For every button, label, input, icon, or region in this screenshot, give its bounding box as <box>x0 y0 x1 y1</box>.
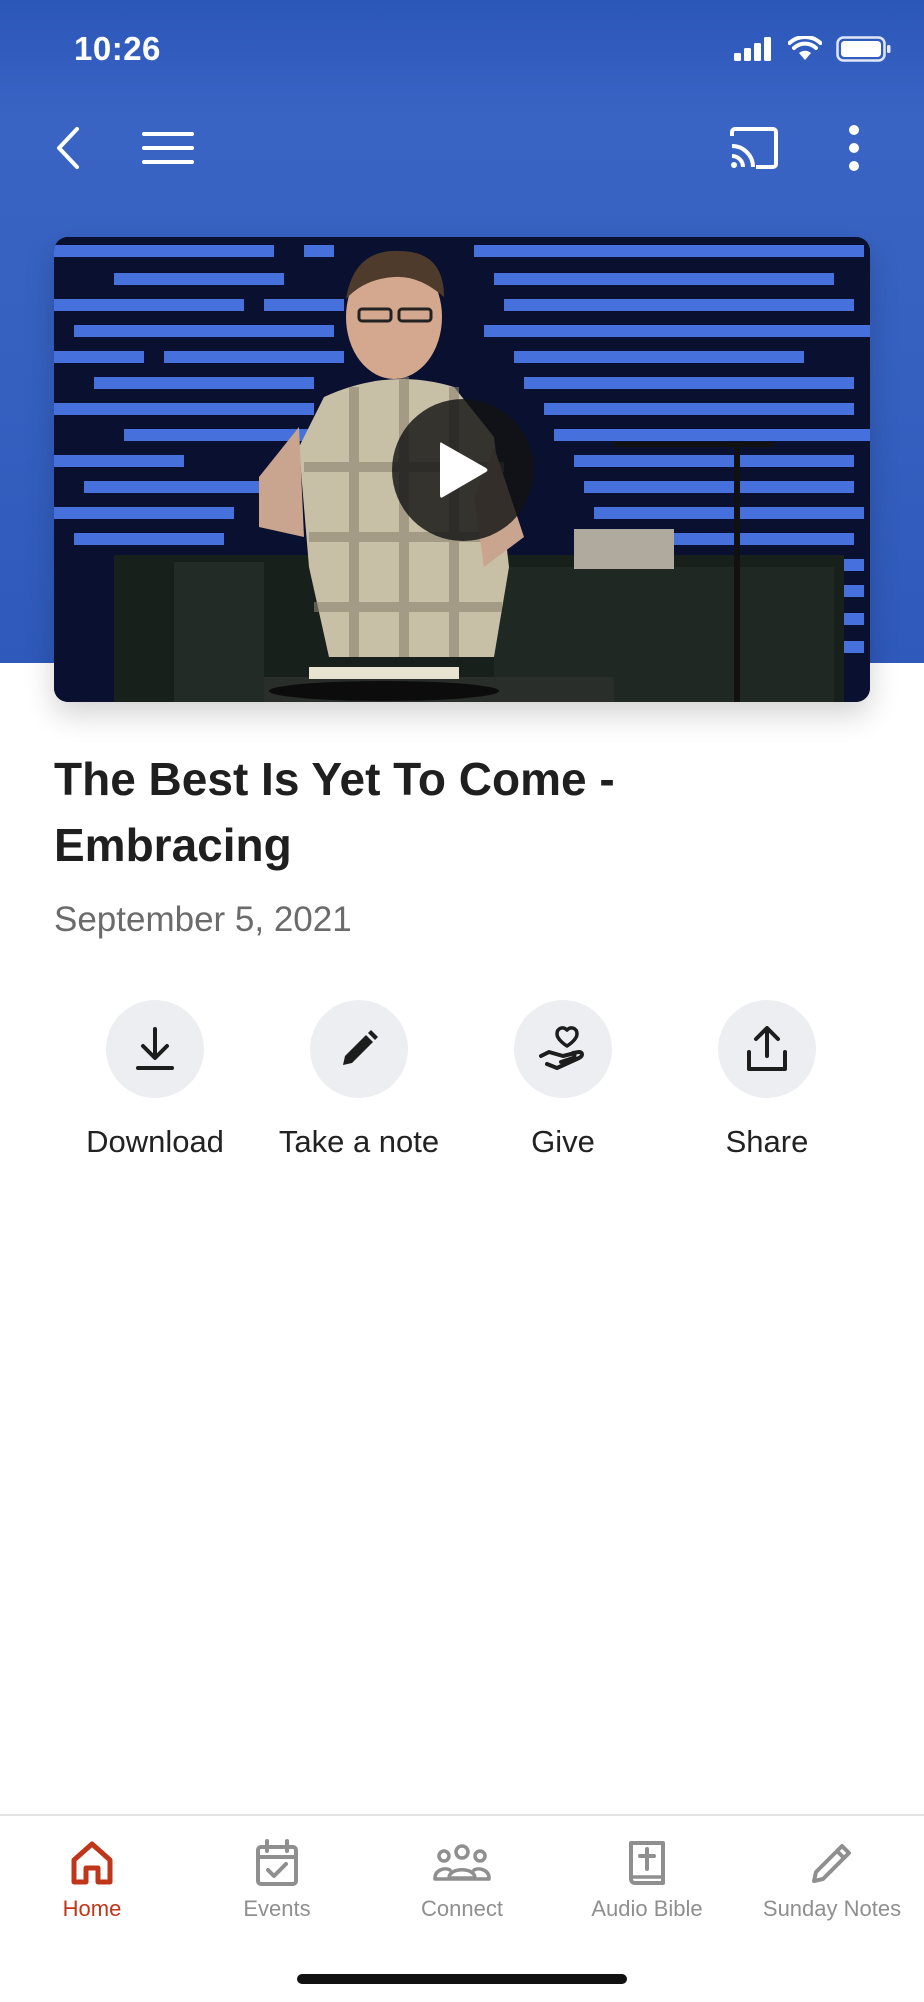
people-icon <box>433 1844 491 1881</box>
status-icons <box>734 36 892 62</box>
download-button[interactable]: Download <box>45 1000 265 1160</box>
share-button-circle <box>718 1000 816 1098</box>
toolbar <box>0 100 924 195</box>
share-button[interactable]: Share <box>657 1000 877 1160</box>
play-icon <box>440 442 488 498</box>
status-bar: 10:26 <box>0 0 924 100</box>
download-label: Download <box>86 1124 224 1159</box>
give-button[interactable]: Give <box>453 1000 673 1160</box>
action-row: Download Take a note Give Share <box>0 1000 924 1170</box>
sermon-date: September 5, 2021 <box>54 900 352 939</box>
bible-icon <box>629 1841 665 1885</box>
take-note-button[interactable]: Take a note <box>249 1000 469 1160</box>
signal-icon <box>734 37 771 61</box>
pencil-icon <box>812 1844 851 1883</box>
sermon-title: The Best Is Yet To Come - Embracing <box>54 753 615 871</box>
chevron-left-icon <box>57 127 79 169</box>
battery-icon <box>836 36 891 62</box>
pencil-icon <box>343 1030 378 1065</box>
tab-events[interactable]: Events <box>185 1816 369 1936</box>
more-button[interactable] <box>824 118 884 178</box>
heart-hand-icon <box>539 1026 584 1070</box>
take-note-button-circle <box>310 1000 408 1098</box>
menu-button[interactable] <box>138 118 198 178</box>
download-button-circle <box>106 1000 204 1098</box>
tab-audio-bible-label: Audio Bible <box>591 1896 703 1921</box>
give-label: Give <box>531 1124 595 1159</box>
tab-connect-label: Connect <box>421 1896 503 1921</box>
cast-button[interactable] <box>724 118 784 178</box>
give-button-circle <box>514 1000 612 1098</box>
more-vertical-icon <box>849 125 859 171</box>
home-indicator <box>297 1974 627 1984</box>
calendar-check-icon <box>256 1839 298 1886</box>
tab-connect[interactable]: Connect <box>370 1816 554 1936</box>
share-label: Share <box>725 1124 809 1159</box>
tab-home-label: Home <box>62 1896 122 1921</box>
tab-sunday-notes[interactable]: Sunday Notes <box>740 1816 924 1936</box>
tab-home[interactable]: Home <box>0 1816 184 1936</box>
take-note-label: Take a note <box>278 1124 440 1159</box>
tab-sunday-notes-label: Sunday Notes <box>762 1896 902 1921</box>
hamburger-icon <box>142 132 194 164</box>
video-player[interactable] <box>54 237 870 702</box>
share-icon <box>747 1026 787 1071</box>
back-button[interactable] <box>38 118 98 178</box>
cast-icon <box>730 127 778 169</box>
tab-audio-bible[interactable]: Audio Bible <box>555 1816 739 1936</box>
home-icon <box>71 1841 113 1885</box>
wifi-icon <box>788 36 822 60</box>
download-icon <box>136 1027 174 1070</box>
status-time: 10:26 <box>74 30 161 67</box>
play-button[interactable] <box>392 399 534 541</box>
tab-events-label: Events <box>243 1896 311 1921</box>
